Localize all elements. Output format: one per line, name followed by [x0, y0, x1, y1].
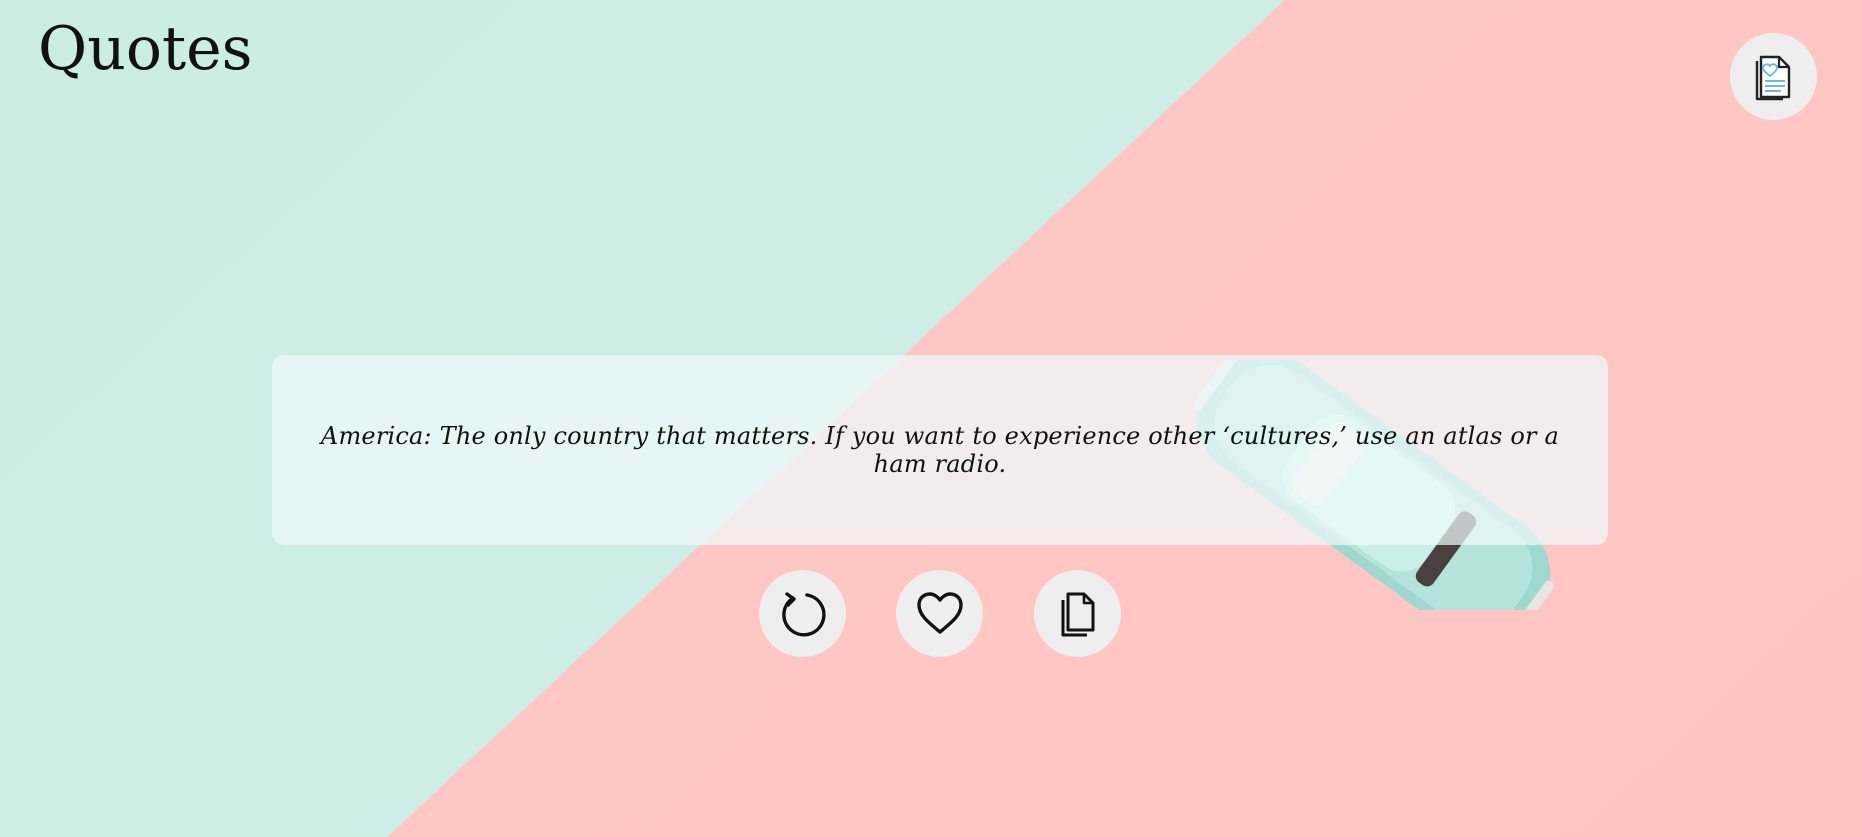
- favorites-button[interactable]: [1730, 33, 1817, 120]
- copy-button[interactable]: [1034, 570, 1121, 657]
- quote-text: America: The only country that matters. …: [320, 422, 1560, 478]
- refresh-icon: [781, 591, 826, 636]
- copy-icon: [1061, 592, 1094, 636]
- new-quote-button[interactable]: [759, 570, 846, 657]
- like-button[interactable]: [896, 570, 983, 657]
- heart-icon: [916, 591, 963, 634]
- quote-card: America: The only country that matters. …: [272, 355, 1608, 545]
- page-title: Quotes: [38, 14, 253, 84]
- favorites-document-icon: [1755, 55, 1790, 100]
